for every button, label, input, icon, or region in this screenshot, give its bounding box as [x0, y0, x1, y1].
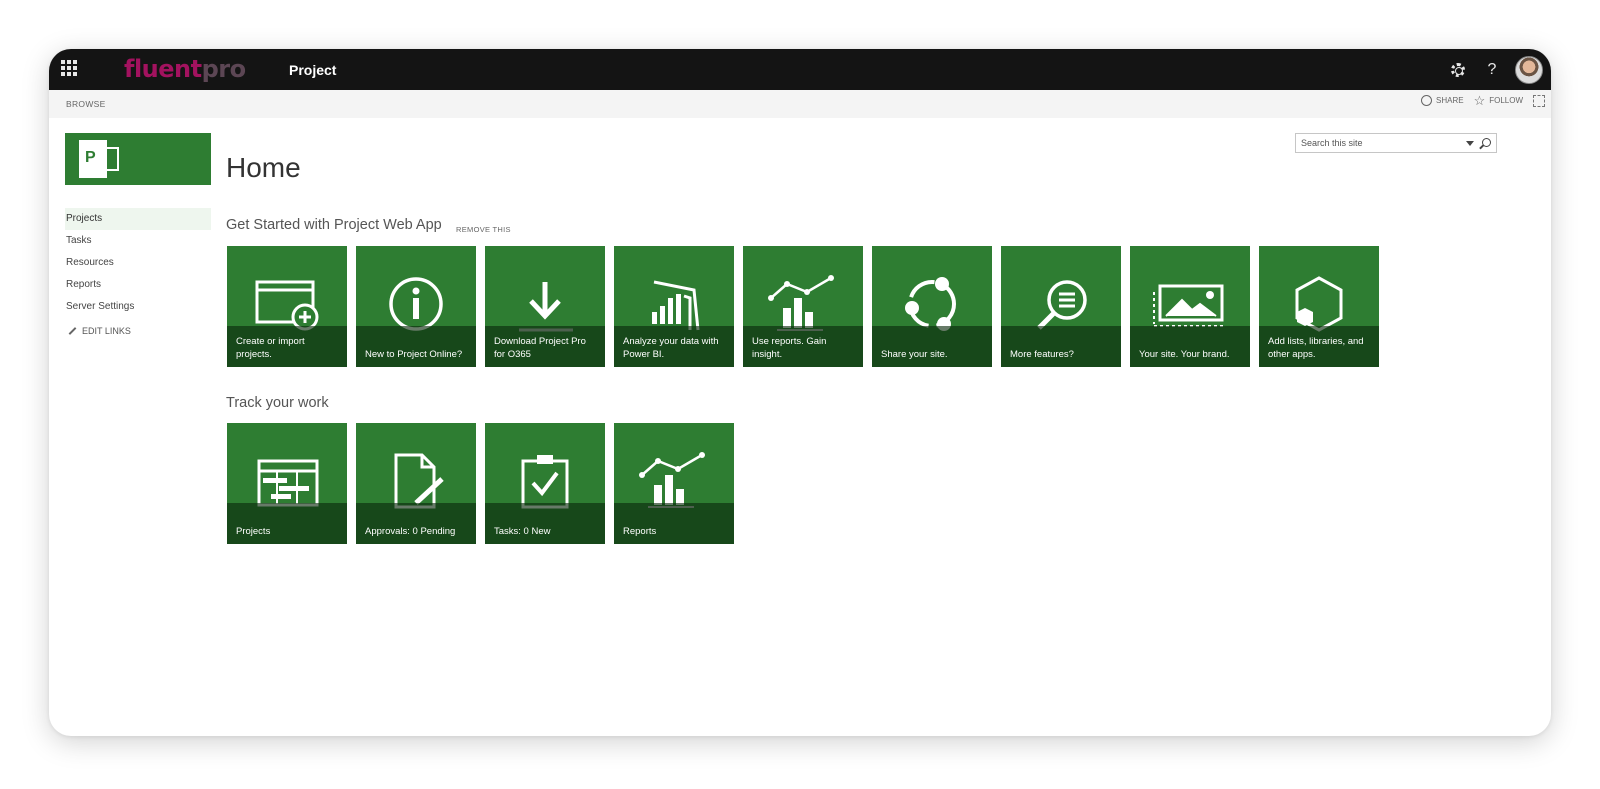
edit-links-button[interactable]: EDIT LINKS: [65, 326, 211, 336]
tile-label: Download Project Pro for O365: [485, 326, 605, 367]
search-features-icon: [1037, 280, 1087, 330]
tile-label: Share your site.: [872, 326, 992, 367]
apps-hexagon-icon: [1295, 276, 1343, 332]
tile-label: Analyze your data with Power BI.: [614, 326, 734, 367]
remove-this-link[interactable]: REMOVE THIS: [456, 225, 511, 234]
track-work-tiles: Projects Approvals: 0 Pending Tasks: 0 N…: [227, 423, 734, 544]
project-site-logo[interactable]: [65, 133, 211, 185]
info-icon: [389, 277, 443, 331]
help-icon[interactable]: ?: [1475, 49, 1509, 90]
share-label: SHARE: [1436, 96, 1464, 105]
tile-use-reports[interactable]: Use reports. Gain insight.: [743, 246, 863, 367]
power-bi-icon: [652, 280, 700, 331]
focus-content-button[interactable]: [1533, 94, 1545, 107]
nav-item-reports[interactable]: Reports: [65, 274, 211, 296]
tile-more-features[interactable]: More features?: [1001, 246, 1121, 367]
nav-item-server-settings[interactable]: Server Settings: [65, 296, 211, 318]
pencil-icon: [68, 327, 77, 335]
user-avatar[interactable]: [1515, 55, 1543, 84]
tile-label: New to Project Online?: [356, 326, 476, 367]
edit-links-label: EDIT LINKS: [82, 326, 131, 336]
tile-add-lists-libraries[interactable]: Add lists, libraries, and other apps.: [1259, 246, 1379, 367]
approval-document-icon: [394, 453, 444, 509]
follow-label: FOLLOW: [1489, 96, 1523, 105]
app-title[interactable]: Project: [289, 62, 336, 78]
tile-label: Your site. Your brand.: [1130, 326, 1250, 367]
tile-new-to-project-online[interactable]: New to Project Online?: [356, 246, 476, 367]
track-work-heading: Track your work: [226, 395, 329, 411]
search-input[interactable]: [1296, 134, 1456, 152]
tile-your-site-your-brand[interactable]: Your site. Your brand.: [1130, 246, 1250, 367]
tile-reports[interactable]: Reports: [614, 423, 734, 544]
tile-label: Reports: [614, 503, 734, 544]
add-window-icon: [255, 280, 319, 331]
gantt-icon: [257, 459, 319, 507]
share-icon: [1421, 95, 1432, 106]
nav-item-resources[interactable]: Resources: [65, 252, 211, 274]
tile-label: Projects: [227, 503, 347, 544]
tile-label: More features?: [1001, 326, 1121, 367]
follow-button[interactable]: ☆ FOLLOW: [1474, 94, 1523, 107]
get-started-tiles: Create or import projects. New to Projec…: [227, 246, 1379, 367]
suite-bar: fluentpro Project ?: [49, 49, 1551, 90]
star-icon: ☆: [1473, 93, 1486, 108]
report-chart-icon: [639, 452, 705, 508]
search-box: [1295, 133, 1497, 153]
download-icon: [519, 282, 573, 332]
nav-item-projects[interactable]: Projects: [65, 208, 211, 230]
share-icon: [905, 277, 956, 331]
ribbon-bar: BROWSE SHARE ☆ FOLLOW: [49, 90, 1551, 118]
quick-launch-nav: Projects Tasks Resources Reports Server …: [65, 208, 211, 336]
focus-icon: [1533, 94, 1545, 107]
task-clipboard-icon: [521, 455, 569, 509]
tile-create-import-projects[interactable]: Create or import projects.: [227, 246, 347, 367]
browser-window: fluentpro Project ? BROWSE SHARE ☆ FOLLO…: [49, 49, 1551, 736]
tile-tasks[interactable]: Tasks: 0 New: [485, 423, 605, 544]
tile-label: Tasks: 0 New: [485, 503, 605, 544]
tile-label: Create or import projects.: [227, 326, 347, 367]
get-started-heading: Get Started with Project Web App: [226, 217, 442, 233]
tile-approvals[interactable]: Approvals: 0 Pending: [356, 423, 476, 544]
page-title: Home: [226, 152, 301, 183]
ribbon-actions: SHARE ☆ FOLLOW: [1421, 94, 1545, 107]
search-scope-dropdown-icon[interactable]: [1466, 141, 1474, 146]
search-icon[interactable]: [1482, 138, 1491, 147]
settings-gear-icon[interactable]: [1441, 49, 1475, 90]
tile-label: Add lists, libraries, and other apps.: [1259, 326, 1379, 367]
tile-share-your-site[interactable]: Share your site.: [872, 246, 992, 367]
tile-label: Approvals: 0 Pending: [356, 503, 476, 544]
report-chart-icon: [768, 275, 834, 331]
tile-analyze-power-bi[interactable]: Analyze your data with Power BI.: [614, 246, 734, 367]
suite-icons: ?: [1441, 49, 1551, 90]
tile-download-project-pro[interactable]: Download Project Pro for O365: [485, 246, 605, 367]
browse-tab[interactable]: BROWSE: [66, 99, 106, 109]
app-launcher-icon[interactable]: [61, 60, 77, 76]
tile-projects[interactable]: Projects: [227, 423, 347, 544]
brand-image-icon: [1153, 284, 1226, 327]
nav-item-tasks[interactable]: Tasks: [65, 230, 211, 252]
share-button[interactable]: SHARE: [1421, 95, 1464, 106]
fluentpro-logo[interactable]: fluentpro: [124, 55, 246, 83]
tile-label: Use reports. Gain insight.: [743, 326, 863, 367]
